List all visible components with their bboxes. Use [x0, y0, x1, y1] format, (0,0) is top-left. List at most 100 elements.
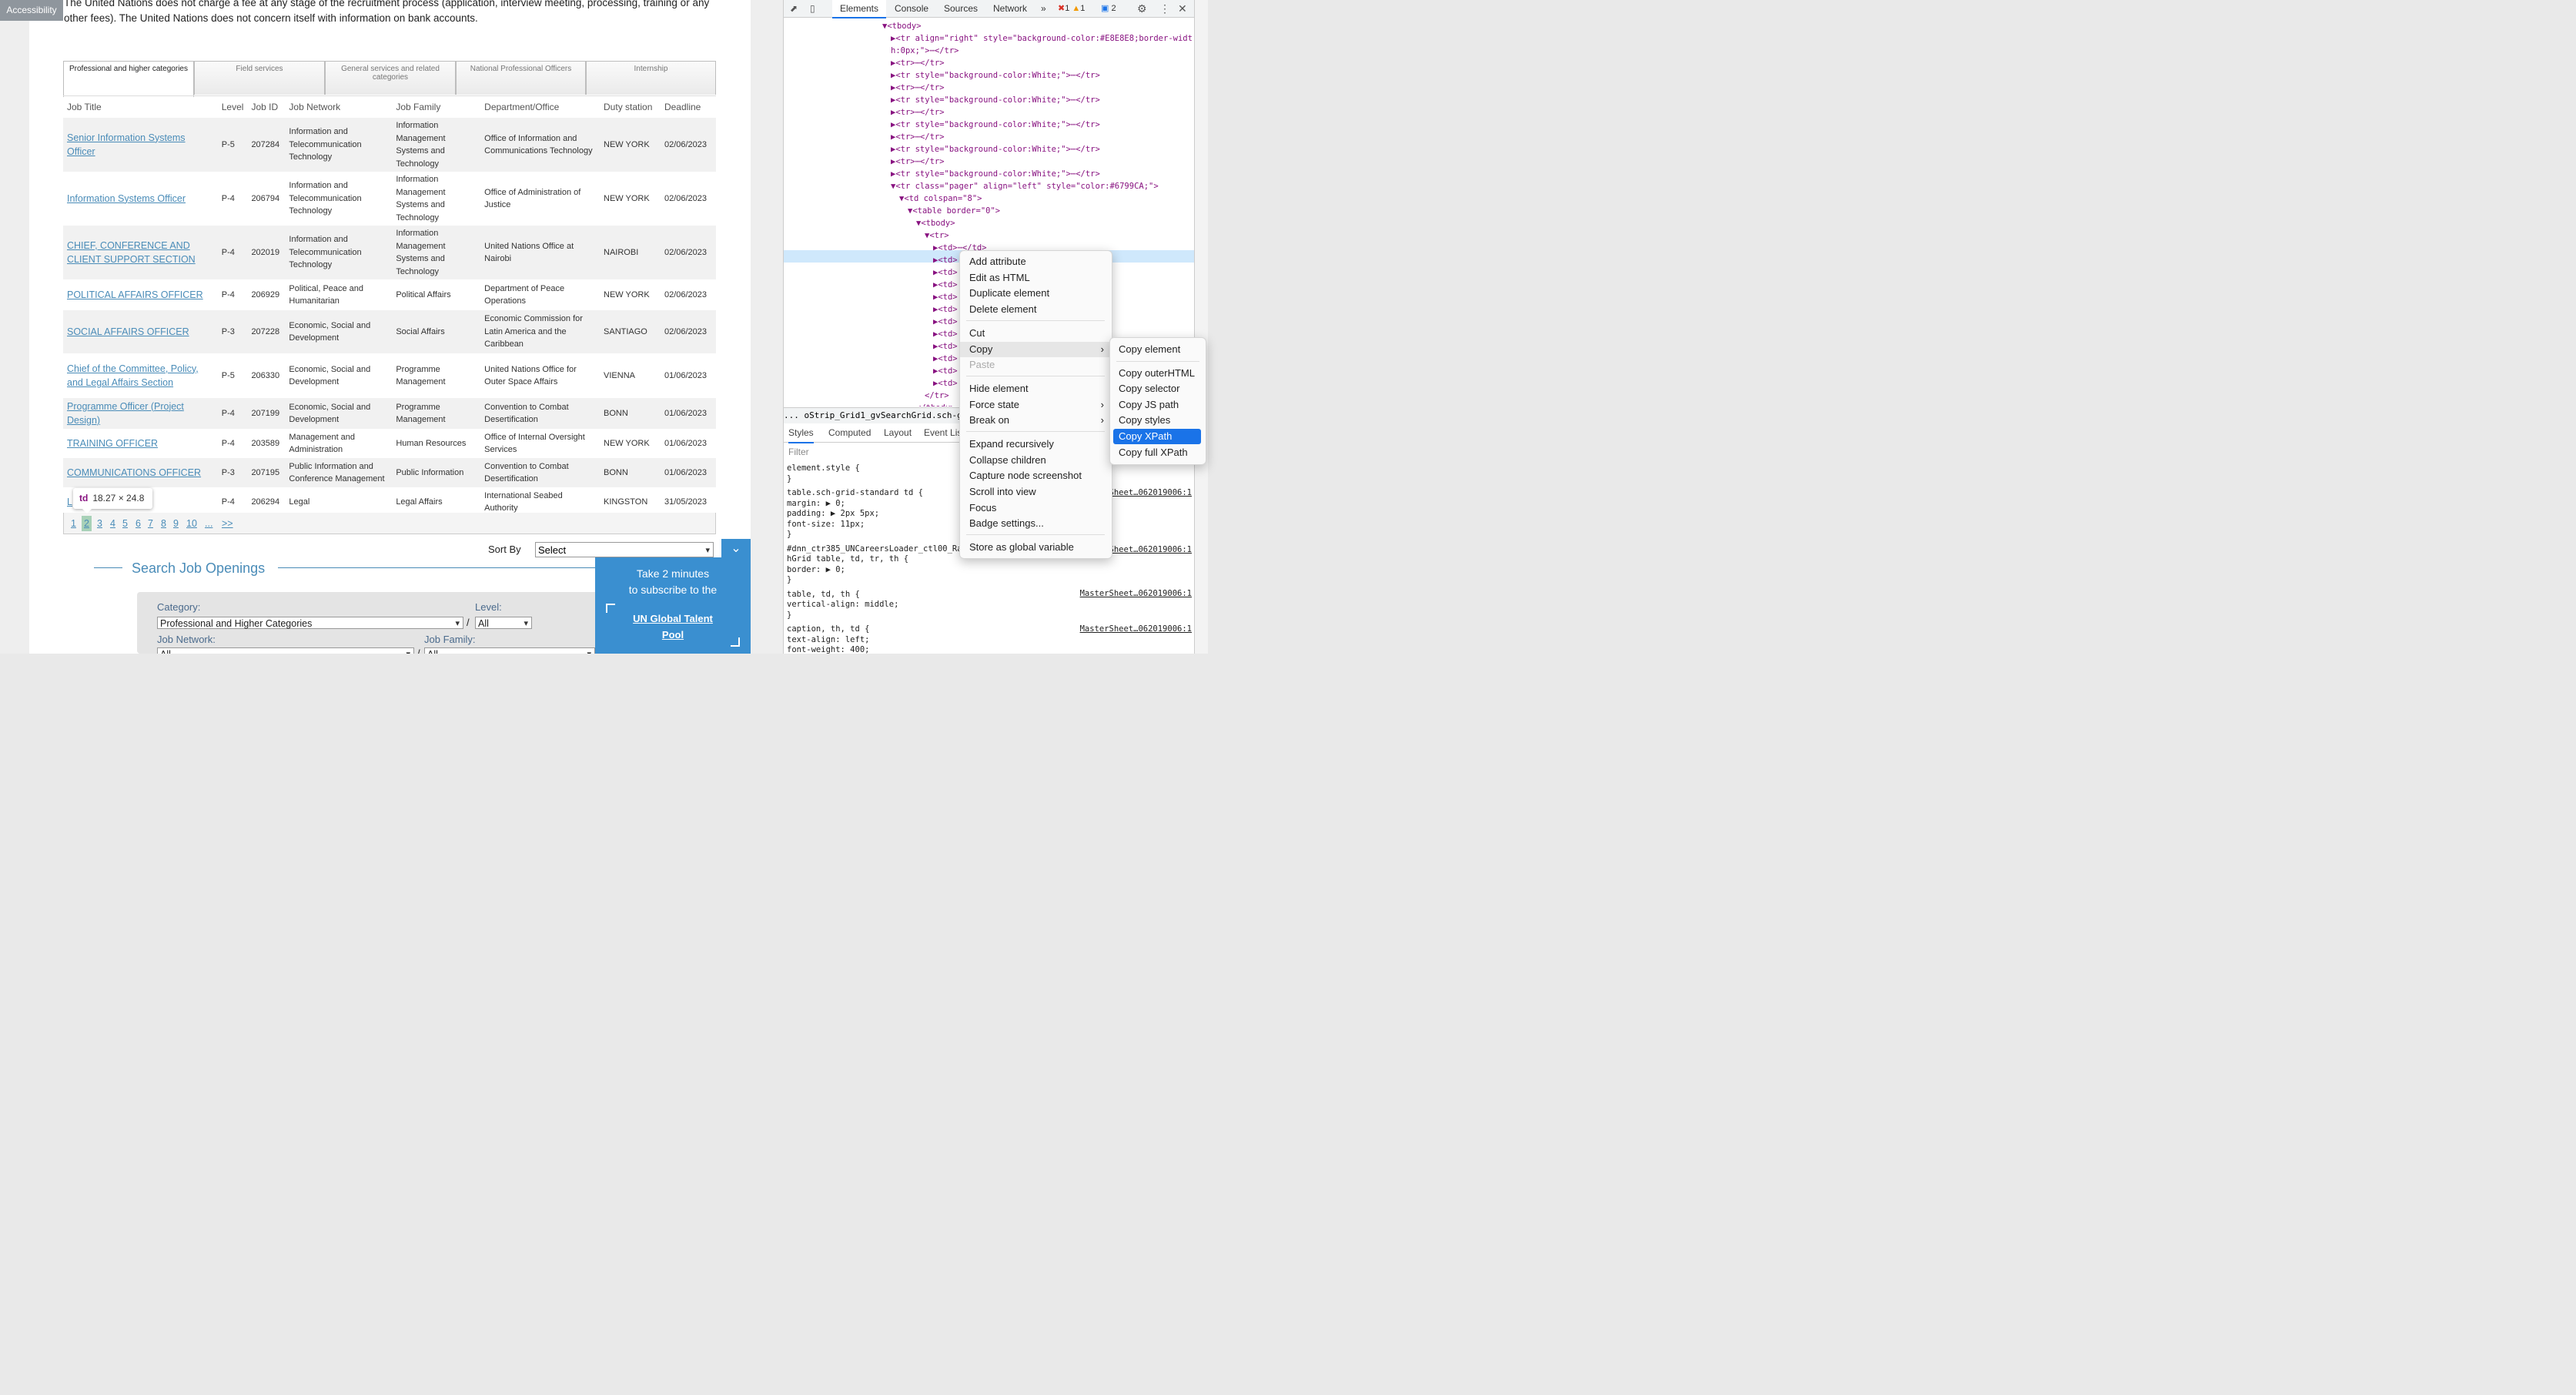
dom-node-line[interactable]: ▶<td> — [933, 316, 958, 328]
dom-node-line[interactable]: ▼<tr class="pager" align="left" style="c… — [891, 180, 1159, 192]
menu-copy[interactable]: Copy › — [960, 342, 1112, 357]
dom-node-line[interactable]: ▶<tr style="background-color:White;">⋯</… — [891, 69, 1100, 82]
page-link[interactable]: 8 — [161, 518, 166, 529]
job-title-link[interactable]: Information Systems Officer — [67, 193, 186, 204]
tab-layout[interactable]: Layout — [884, 423, 912, 442]
col-deadline[interactable]: Deadline — [660, 95, 716, 118]
tab-field-services[interactable]: Field services — [194, 61, 325, 95]
menu-copy-outerhtml[interactable]: Copy outerHTML — [1110, 366, 1206, 381]
col-department[interactable]: Department/Office — [480, 95, 601, 118]
style-source-link[interactable]: Sheet…062019006:1 — [1109, 488, 1192, 497]
css-rule-line[interactable]: border: ▶ 0; — [787, 565, 845, 576]
css-rule-line[interactable]: } — [787, 474, 791, 485]
job-title-link[interactable]: COMMUNICATIONS OFFICER — [67, 467, 201, 478]
job-title-link[interactable]: POLITICAL AFFAIRS OFFICER — [67, 289, 203, 300]
job-network-select[interactable]: All — [157, 647, 414, 654]
css-rule-line[interactable]: } — [787, 530, 791, 540]
col-job-title[interactable]: Job Title — [63, 95, 218, 118]
page-link[interactable]: 7 — [148, 518, 153, 529]
css-rule-line[interactable]: table, td, th { — [787, 590, 860, 600]
menu-break-on[interactable]: Break on › — [960, 413, 1112, 428]
col-duty-station[interactable]: Duty station — [600, 95, 661, 118]
page-link[interactable]: 10 — [186, 518, 197, 529]
tab-console[interactable]: Console — [895, 0, 928, 17]
css-rule-line[interactable]: font-size: 11px; — [787, 520, 865, 530]
css-rule-line[interactable]: margin: ▶ 0; — [787, 499, 845, 510]
col-job-network[interactable]: Job Network — [285, 95, 393, 118]
dom-node-line[interactable]: ▶<td> — [933, 328, 958, 340]
gear-icon[interactable]: ⚙ — [1137, 0, 1147, 17]
css-rule-line[interactable]: text-align: left; — [787, 635, 869, 646]
dom-node-line[interactable]: ▶<td> — [933, 266, 958, 279]
tab-internship[interactable]: Internship — [586, 61, 716, 95]
dom-node-line[interactable]: ▶<tr>⋯</tr> — [891, 156, 945, 168]
kebab-menu-icon[interactable]: ⋮ — [1159, 0, 1170, 17]
style-source-link[interactable]: MasterSheet…062019006:1 — [1080, 624, 1192, 634]
page-next[interactable]: >> — [222, 518, 233, 529]
dom-node-line[interactable]: ▼<tr> — [925, 229, 949, 242]
dom-node-line[interactable]: ▶<td> — [933, 340, 958, 353]
dom-node-line[interactable]: ▶<td> — [933, 279, 958, 291]
menu-copy-element[interactable]: Copy element — [1110, 342, 1206, 357]
style-source-link[interactable]: Sheet…062019006:1 — [1109, 545, 1192, 554]
dom-node-line[interactable]: ▼<tbody> — [882, 20, 922, 32]
css-rule-line[interactable]: element.style { — [787, 463, 860, 474]
message-counter[interactable]: ▣ 2 — [1101, 0, 1116, 17]
tab-sources[interactable]: Sources — [944, 0, 978, 17]
css-rule-line[interactable]: padding: ▶ 2px 5px; — [787, 509, 879, 520]
dom-node-line[interactable]: ▶<tr>⋯</tr> — [891, 57, 945, 69]
job-title-link[interactable]: TRAINING OFFICER — [67, 438, 158, 449]
page-current[interactable]: 2 — [82, 516, 92, 531]
menu-copy-full-xpath[interactable]: Copy full XPath — [1110, 445, 1206, 460]
job-title-link[interactable]: CHIEF, CONFERENCE AND CLIENT SUPPORT SEC… — [67, 240, 196, 266]
dom-node-line[interactable]: ▼<tbody> — [916, 217, 955, 229]
tab-event-listeners[interactable]: Event Lis — [924, 423, 962, 442]
dom-node-line[interactable]: ▶<td> — [933, 353, 958, 365]
menu-hide-element[interactable]: Hide element — [960, 381, 1112, 396]
menu-copy-selector[interactable]: Copy selector — [1110, 381, 1206, 396]
page-link[interactable]: 6 — [135, 518, 141, 529]
inspect-icon[interactable]: ⬈ — [790, 0, 804, 17]
category-select[interactable]: Professional and Higher Categories — [157, 617, 463, 630]
css-rule-line[interactable]: table.sch-grid-standard td { — [787, 488, 923, 499]
css-rule-line[interactable]: } — [787, 575, 791, 586]
page-link[interactable]: 1 — [71, 518, 76, 529]
job-title-link[interactable]: L — [67, 497, 72, 507]
dom-node-line[interactable]: h:0px;">⋯</tr> — [891, 45, 959, 57]
job-title-link[interactable]: SOCIAL AFFAIRS OFFICER — [67, 326, 189, 337]
menu-focus[interactable]: Focus — [960, 500, 1112, 516]
dom-node-line[interactable]: ▼<td colspan="8"> — [899, 192, 982, 205]
page-link[interactable]: 9 — [173, 518, 179, 529]
css-rule-line[interactable]: font-weight: 400; — [787, 645, 869, 656]
dom-node-line[interactable]: ▶<td> — [933, 365, 958, 377]
col-level[interactable]: Level — [217, 95, 248, 118]
accessibility-button[interactable]: Accessibility — [0, 0, 63, 21]
menu-copy-js-path[interactable]: Copy JS path — [1110, 397, 1206, 413]
menu-delete[interactable]: Delete element — [960, 302, 1112, 317]
dom-node-line[interactable]: ▶<tr style="background-color:White;">⋯</… — [891, 168, 1100, 180]
menu-store-global[interactable]: Store as global variable — [960, 540, 1112, 555]
tab-national-officers[interactable]: National Professional Officers — [456, 61, 586, 95]
css-rule-line[interactable]: hGrid table, td, tr, th { — [787, 554, 908, 565]
dom-node-line[interactable]: ▶<tr style="background-color:White;">⋯</… — [891, 119, 1100, 131]
issue-counters[interactable]: ✖1 ▲1 — [1058, 0, 1098, 17]
dom-node-line[interactable]: ▼<table border="0"> — [908, 205, 1000, 217]
page-more[interactable]: ... — [205, 518, 212, 529]
style-source-link[interactable]: MasterSheet…062019006:1 — [1080, 589, 1192, 598]
job-title-link[interactable]: Chief of the Committee, Policy, and Lega… — [67, 363, 199, 389]
col-job-id[interactable]: Job ID — [247, 95, 286, 118]
css-rule-line[interactable]: } — [787, 611, 791, 621]
menu-add-attribute[interactable]: Add attribute — [960, 254, 1112, 269]
tab-general-services[interactable]: General services and related categories — [325, 61, 456, 95]
dom-node-line[interactable]: ▶<td> — [933, 303, 958, 316]
tab-styles[interactable]: Styles — [788, 423, 814, 443]
dom-node-line[interactable]: ▶<tr>⋯</tr> — [891, 131, 945, 143]
tab-elements[interactable]: Elements — [832, 0, 886, 18]
col-job-family[interactable]: Job Family — [392, 95, 481, 118]
menu-scroll-into-view[interactable]: Scroll into view — [960, 484, 1112, 500]
device-toggle-icon[interactable]: ▯ — [810, 0, 824, 17]
css-rule-line[interactable]: #dnn_ctr385_UNCareersLoader_ctl00_Ra — [787, 544, 962, 555]
page-link[interactable]: 5 — [122, 518, 128, 529]
dom-node-line[interactable]: ▶<tr>⋯</tr> — [891, 106, 945, 119]
dom-node-line[interactable]: </tr> — [925, 390, 949, 402]
